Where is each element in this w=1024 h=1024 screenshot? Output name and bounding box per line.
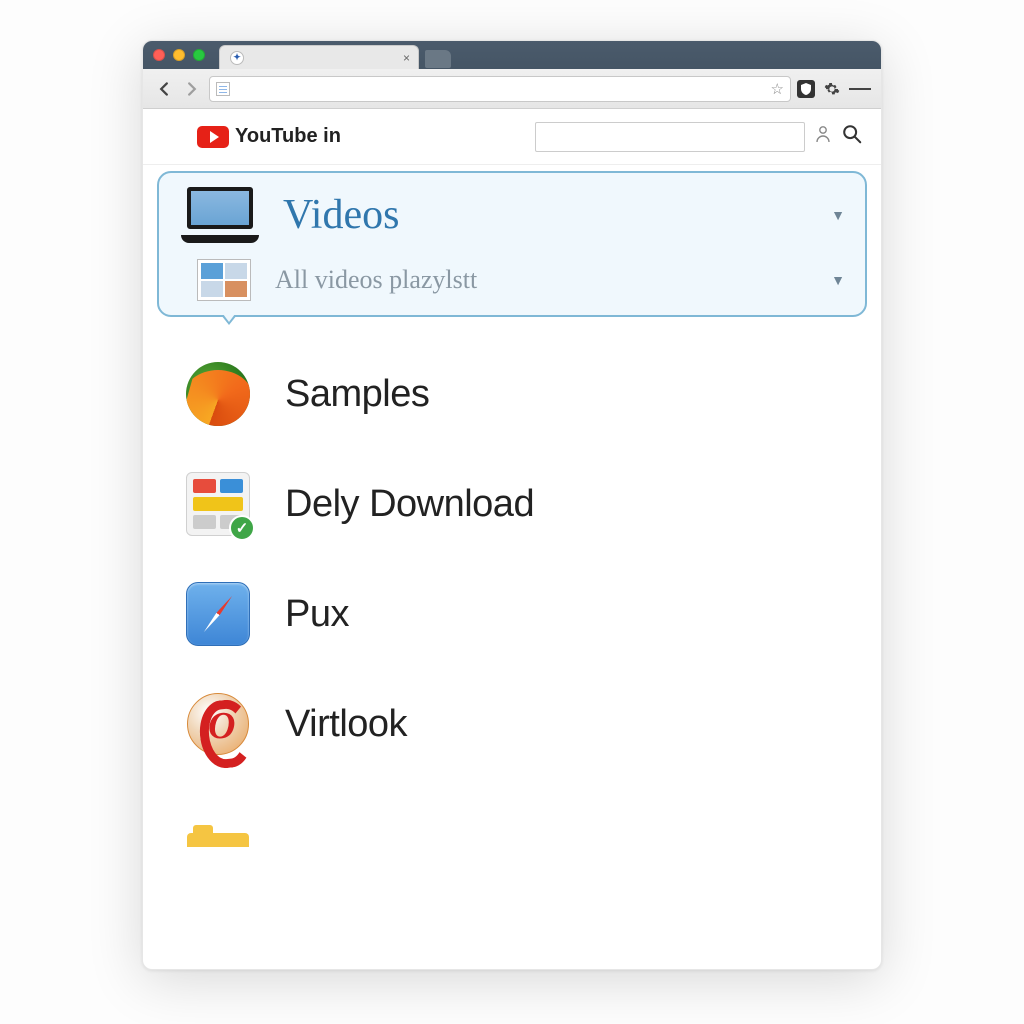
category-dropdown-panel: Videos ▼ All videos plazylstt ▼ (157, 171, 867, 317)
item-list: Samples ✓ Dely Download Pux O Virtlook (143, 317, 881, 875)
new-tab-button[interactable] (425, 50, 451, 68)
playlist-select[interactable]: All videos plazylstt ▼ (159, 251, 865, 309)
folder-icon (183, 785, 253, 855)
tab-favicon-icon: ✦ (230, 51, 244, 65)
url-input[interactable] (236, 81, 765, 96)
forward-button[interactable] (181, 78, 203, 100)
list-item-label: Virtlook (285, 703, 407, 746)
browser-tab[interactable]: ✦ × (219, 45, 419, 69)
search-icon[interactable] (841, 123, 863, 151)
menu-hamburger-icon[interactable] (849, 78, 871, 100)
minimize-window-button[interactable] (173, 49, 185, 61)
laptop-icon (181, 187, 259, 243)
thumbnail-grid-icon (197, 259, 251, 301)
tab-close-icon[interactable]: × (403, 51, 410, 65)
list-item[interactable]: Samples (183, 339, 861, 449)
list-item[interactable]: O Virtlook (183, 669, 861, 779)
youtube-play-icon (197, 126, 229, 148)
playlist-label: All videos plazylstt (275, 265, 477, 295)
list-item[interactable]: Pux (183, 559, 861, 669)
chevron-down-icon: ▼ (831, 272, 845, 288)
list-item-label: Dely Download (285, 483, 534, 526)
list-item-label: Samples (285, 373, 429, 416)
firefox-icon (183, 359, 253, 429)
tiles-check-icon: ✓ (183, 469, 253, 539)
site-logo[interactable]: YouTube in (197, 125, 341, 148)
page-header: YouTube in (143, 109, 881, 165)
bookmark-star-icon[interactable]: ☆ (771, 80, 784, 98)
list-item[interactable]: ✓ Dely Download (183, 449, 861, 559)
safari-icon (183, 579, 253, 649)
page-icon (216, 82, 230, 96)
brand-text: YouTube in (235, 125, 341, 148)
tab-strip: ✦ × (143, 41, 881, 69)
list-item-label: Pux (285, 593, 349, 636)
category-label: Videos (283, 191, 399, 239)
chevron-down-icon: ▼ (831, 207, 845, 223)
category-select[interactable]: Videos ▼ (159, 179, 865, 251)
opera-icon: O (183, 689, 253, 759)
settings-gear-icon[interactable] (821, 78, 843, 100)
back-button[interactable] (153, 78, 175, 100)
extension-shield-icon[interactable] (797, 80, 815, 98)
browser-window: ✦ × ☆ YouTube in (142, 40, 882, 970)
zoom-window-button[interactable] (193, 49, 205, 61)
browser-toolbar: ☆ (143, 69, 881, 109)
address-bar[interactable]: ☆ (209, 76, 791, 102)
close-window-button[interactable] (153, 49, 165, 61)
list-item[interactable] (183, 779, 861, 875)
panel-tail-icon (221, 315, 237, 325)
user-icon[interactable] (815, 125, 831, 148)
search-input[interactable] (535, 122, 805, 152)
window-controls (153, 49, 205, 61)
